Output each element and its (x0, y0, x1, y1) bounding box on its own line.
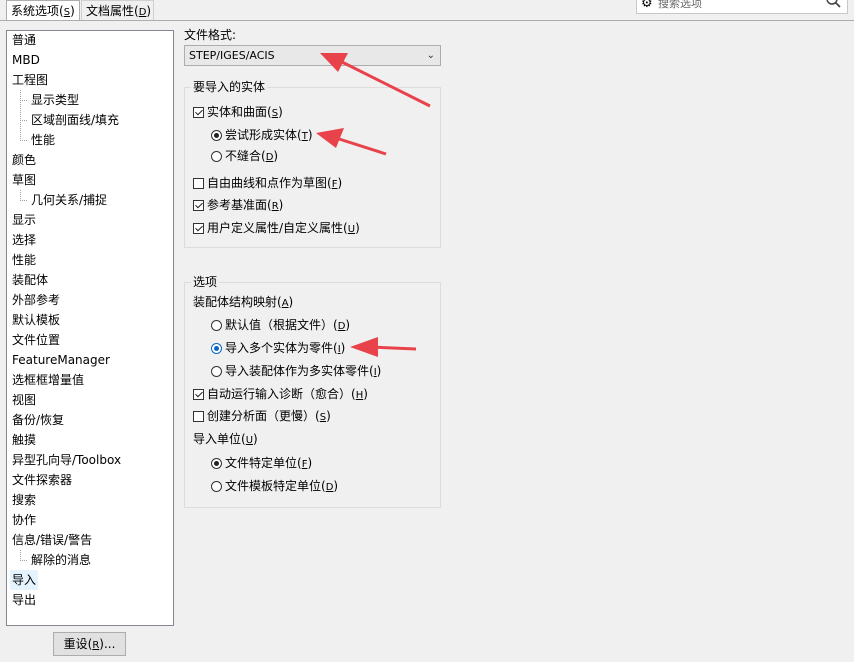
annotation-arrows (316, 53, 431, 357)
arrow-import-multi (350, 337, 417, 357)
arrow-file-format (320, 53, 431, 108)
arrow-try-solid (316, 128, 387, 156)
